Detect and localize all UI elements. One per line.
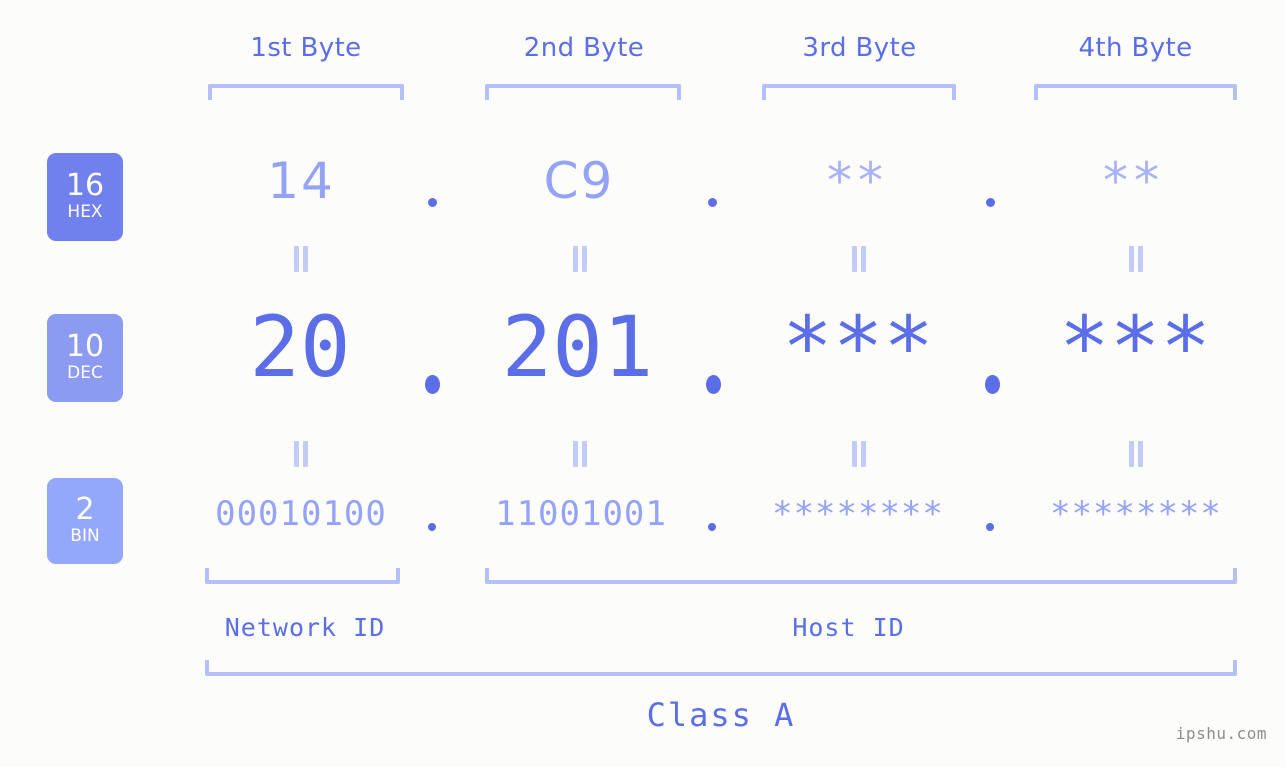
dec-byte-2: 201 <box>501 298 654 396</box>
equals-connector-hex-dec-1 <box>293 246 309 272</box>
host-id-bracket <box>485 568 1237 584</box>
hex-separator-1 <box>428 198 437 207</box>
class-bracket <box>205 660 1237 676</box>
byte-bracket-top-1 <box>208 84 404 100</box>
radix-badge-dec-tag: DEC <box>67 363 103 384</box>
dec-byte-4: *** <box>1059 298 1211 396</box>
byte-bracket-top-4 <box>1034 84 1237 100</box>
radix-badge-bin-tag: BIN <box>70 526 100 547</box>
bin-byte-3: ******** <box>772 494 944 534</box>
byte-header-4: 4th Byte <box>1078 33 1193 63</box>
bin-separator-1 <box>428 523 436 531</box>
byte-header-1: 1st Byte <box>250 33 362 63</box>
equals-connector-hex-dec-4 <box>1128 246 1144 272</box>
equals-connector-dec-bin-2 <box>572 441 588 467</box>
byte-bracket-top-2 <box>485 84 681 100</box>
radix-badge-hex: 16 HEX <box>47 153 123 241</box>
hex-byte-4: ** <box>1103 152 1165 210</box>
equals-connector-dec-bin-4 <box>1128 441 1144 467</box>
dec-separator-3 <box>985 375 1000 394</box>
equals-connector-dec-bin-3 <box>851 441 867 467</box>
equals-connector-hex-dec-3 <box>851 246 867 272</box>
dec-separator-2 <box>706 375 721 394</box>
byte-header-3: 3rd Byte <box>802 33 917 63</box>
bin-separator-2 <box>708 523 716 531</box>
byte-header-2: 2nd Byte <box>523 33 645 63</box>
hex-byte-1: 14 <box>267 152 335 210</box>
dec-separator-1 <box>425 375 440 394</box>
radix-badge-bin-number: 2 <box>75 492 95 528</box>
ip-breakdown-diagram: 1st Byte 2nd Byte 3rd Byte 4th Byte 16 H… <box>0 0 1285 767</box>
radix-badge-hex-tag: HEX <box>67 202 103 223</box>
equals-connector-hex-dec-2 <box>572 246 588 272</box>
byte-bracket-top-3 <box>762 84 956 100</box>
radix-badge-bin: 2 BIN <box>47 478 123 564</box>
bin-byte-1: 00010100 <box>215 494 387 534</box>
dec-byte-3: *** <box>782 298 934 396</box>
bin-byte-2: 11001001 <box>495 494 667 534</box>
radix-badge-hex-number: 16 <box>65 168 105 204</box>
network-id-bracket <box>205 568 400 584</box>
hex-separator-3 <box>986 198 995 207</box>
hex-byte-3: ** <box>827 152 889 210</box>
equals-connector-dec-bin-1 <box>293 441 309 467</box>
bin-byte-4: ******** <box>1050 494 1222 534</box>
watermark: ipshu.com <box>1175 724 1267 743</box>
hex-separator-2 <box>708 198 717 207</box>
radix-badge-dec-number: 10 <box>65 329 105 365</box>
bin-separator-3 <box>986 523 994 531</box>
dec-byte-1: 20 <box>249 298 351 396</box>
radix-badge-dec: 10 DEC <box>47 314 123 402</box>
host-id-label: Host ID <box>792 613 905 642</box>
hex-byte-2: C9 <box>543 152 615 210</box>
class-label: Class A <box>646 696 796 734</box>
network-id-label: Network ID <box>224 613 386 642</box>
